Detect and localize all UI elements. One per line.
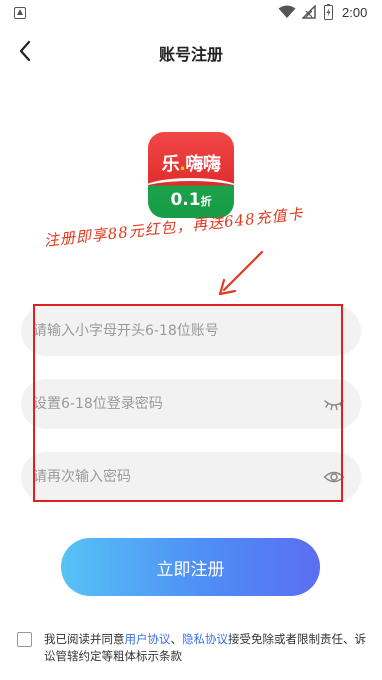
annotation-arrow-icon (218, 250, 264, 296)
status-time: 2:00 (342, 5, 368, 20)
agreement-prefix: 我已阅读并同意 (44, 632, 125, 646)
logo-top-text: 乐.嗨嗨 (161, 154, 221, 175)
agreement-separator: 、 (170, 632, 183, 646)
agreement-text: 我已阅读并同意用户协议、隐私协议接受免除或者限制责任、诉讼管辖约定等粗体标示条款 (44, 631, 369, 665)
wifi-icon (278, 5, 296, 18)
battery-icon (324, 4, 333, 20)
page-title: 账号注册 (158, 45, 223, 64)
signal-icon (302, 5, 316, 19)
notification-icon (14, 7, 26, 19)
status-bar: 2:00 (0, 0, 382, 26)
privacy-policy-link[interactable]: 隐私协议 (182, 632, 228, 646)
register-button[interactable]: 立即注册 (61, 538, 320, 596)
header: 账号注册 (0, 28, 382, 74)
user-agreement-link[interactable]: 用户协议 (125, 632, 171, 646)
logo-bottom-text: 0.1折 (170, 190, 212, 210)
annotation-highlight-box (33, 304, 343, 502)
app-logo: 乐.嗨嗨 0.1折 (148, 132, 234, 218)
agreement-checkbox[interactable] (17, 632, 32, 647)
